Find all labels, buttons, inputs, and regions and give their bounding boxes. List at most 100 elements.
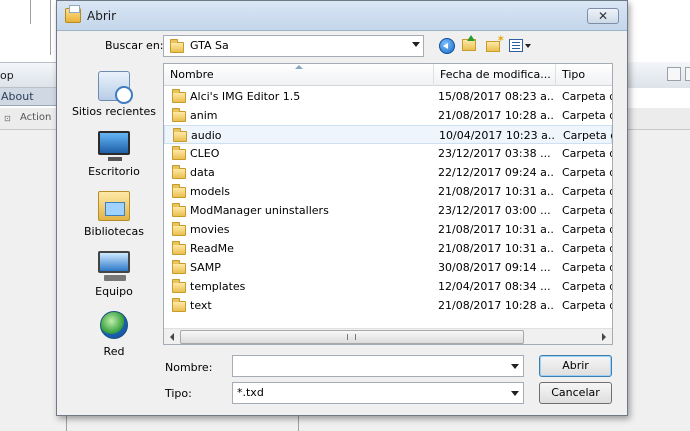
column-header-date[interactable]: Fecha de modifica... [434,64,556,86]
file-date: 21/08/2017 10:31 a... [438,223,554,236]
bg-window-button[interactable] [667,67,681,81]
place-desktop[interactable]: Escritorio [63,127,165,187]
column-date-label: Fecha de modifica... [440,68,551,81]
place-computer[interactable]: Equipo [63,247,165,307]
bg-action-label[interactable]: Action [20,112,51,123]
file-name: data [190,166,215,179]
view-menu-button[interactable] [507,36,535,56]
bg-about-label: About [1,90,34,103]
file-row[interactable]: data 22/12/2017 09:24 a... Carpeta d [164,163,612,182]
file-name: models [190,185,230,198]
folder-icon [172,203,186,217]
libraries-icon [98,191,130,221]
back-button[interactable] [437,36,457,56]
chevron-down-icon[interactable] [511,364,519,369]
folder-icon [170,39,184,53]
file-type: Carpeta d [562,90,613,103]
file-date: 23/12/2017 03:38 ... [438,147,551,160]
file-type: Carpeta d [562,223,613,236]
folder-icon [172,146,186,160]
file-type: Carpeta d [562,185,613,198]
bg-menu-item[interactable]: op [0,69,14,82]
folder-icon [172,108,186,122]
cancel-button-label: Cancelar [551,386,600,399]
filetype-dropdown[interactable]: *.txd [232,382,524,404]
file-row[interactable]: ModManager uninstallers 23/12/2017 03:00 … [164,201,612,220]
file-type: Carpeta d [562,242,613,255]
back-arrow-icon [439,38,455,54]
bg-divider [30,0,31,24]
file-type: Carpeta d [562,166,613,179]
file-date: 21/08/2017 10:31 a... [438,242,554,255]
file-row[interactable]: models 21/08/2017 10:31 a... Carpeta d [164,182,612,201]
cancel-button[interactable]: Cancelar [539,382,612,404]
file-name: audio [191,129,222,142]
folder-icon [173,128,187,142]
file-row[interactable]: templates 12/04/2017 08:34 ... Carpeta d [164,277,612,296]
up-folder-button[interactable] [459,35,479,56]
open-file-dialog: Abrir ✕ Buscar en: GTA Sa Sitios recient… [56,0,628,416]
file-type: Carpeta d [562,147,613,160]
file-row[interactable]: SAMP 30/08/2017 09:14 ... Carpeta d [164,258,612,277]
folder-icon [172,298,186,312]
filename-input[interactable] [232,355,524,377]
view-list-icon [509,39,523,52]
open-button-label: Abrir [562,359,589,372]
place-network[interactable]: Red [63,307,165,367]
file-type: Carpeta d [562,261,613,274]
scrollbar-thumb[interactable] [180,330,524,344]
file-type: Carpeta d [562,109,613,122]
place-label: Bibliotecas [83,225,145,238]
dialog-titlebar[interactable]: Abrir ✕ [57,1,627,31]
open-dialog-icon [65,5,81,23]
file-list[interactable]: Nombre Fecha de modifica... Tipo Alci's … [163,63,613,345]
bg-about-tab[interactable]: About [0,88,60,106]
open-button[interactable]: Abrir [539,355,612,377]
file-date: 21/08/2017 10:31 a... [438,185,554,198]
sort-ascending-icon [295,65,303,69]
folder-icon [172,165,186,179]
file-name: SAMP [190,261,221,274]
place-libraries[interactable]: Bibliotecas [63,187,165,247]
recent-places-icon [98,71,133,104]
file-name: templates [190,280,246,293]
file-row[interactable]: Alci's IMG Editor 1.5 15/08/2017 08:23 a.… [164,87,612,106]
folder-icon [172,260,186,274]
folder-icon [172,222,186,236]
network-icon [100,311,128,339]
look-in-label: Buscar en: [105,39,164,52]
place-label: Sitios recientes [71,105,157,118]
file-type: Carpeta d [562,280,613,293]
column-header-row: Nombre Fecha de modifica... Tipo [164,64,612,86]
file-name: movies [190,223,230,236]
look-in-dropdown[interactable]: GTA Sa [163,35,424,57]
file-name: Alci's IMG Editor 1.5 [190,90,301,103]
scroll-left-icon[interactable] [170,333,174,341]
place-recent[interactable]: Sitios recientes [63,67,165,127]
place-label: Escritorio [88,165,140,178]
file-row[interactable]: movies 21/08/2017 10:31 a... Carpeta d [164,220,612,239]
file-date: 30/08/2017 09:14 ... [438,261,551,274]
file-name: CLEO [190,147,220,160]
computer-icon [98,251,130,281]
chevron-down-icon [525,44,531,48]
file-row[interactable]: CLEO 23/12/2017 03:38 ... Carpeta d [164,144,612,163]
filename-label: Nombre: [165,361,213,374]
file-row[interactable]: audio 10/04/2017 10:23 a... Carpeta d [164,125,612,144]
look-in-value: GTA Sa [190,39,229,52]
place-label: Equipo [95,285,133,298]
new-folder-button[interactable] [483,34,505,56]
column-header-name[interactable]: Nombre [164,64,434,86]
column-name-label: Nombre [170,68,214,81]
scroll-right-icon[interactable] [602,333,606,341]
file-row[interactable]: ReadMe 21/08/2017 10:31 a... Carpeta d [164,239,612,258]
column-header-type[interactable]: Tipo [556,64,612,86]
up-folder-icon [462,35,476,51]
close-button[interactable]: ✕ [587,8,619,24]
bg-divider [66,416,67,431]
horizontal-scrollbar[interactable] [164,328,612,344]
file-row[interactable]: text 21/08/2017 10:28 a... Carpeta d [164,296,612,315]
dialog-title: Abrir [87,9,117,23]
bg-window-button[interactable] [685,67,690,81]
file-row[interactable]: anim 21/08/2017 10:28 a... Carpeta d [164,106,612,125]
